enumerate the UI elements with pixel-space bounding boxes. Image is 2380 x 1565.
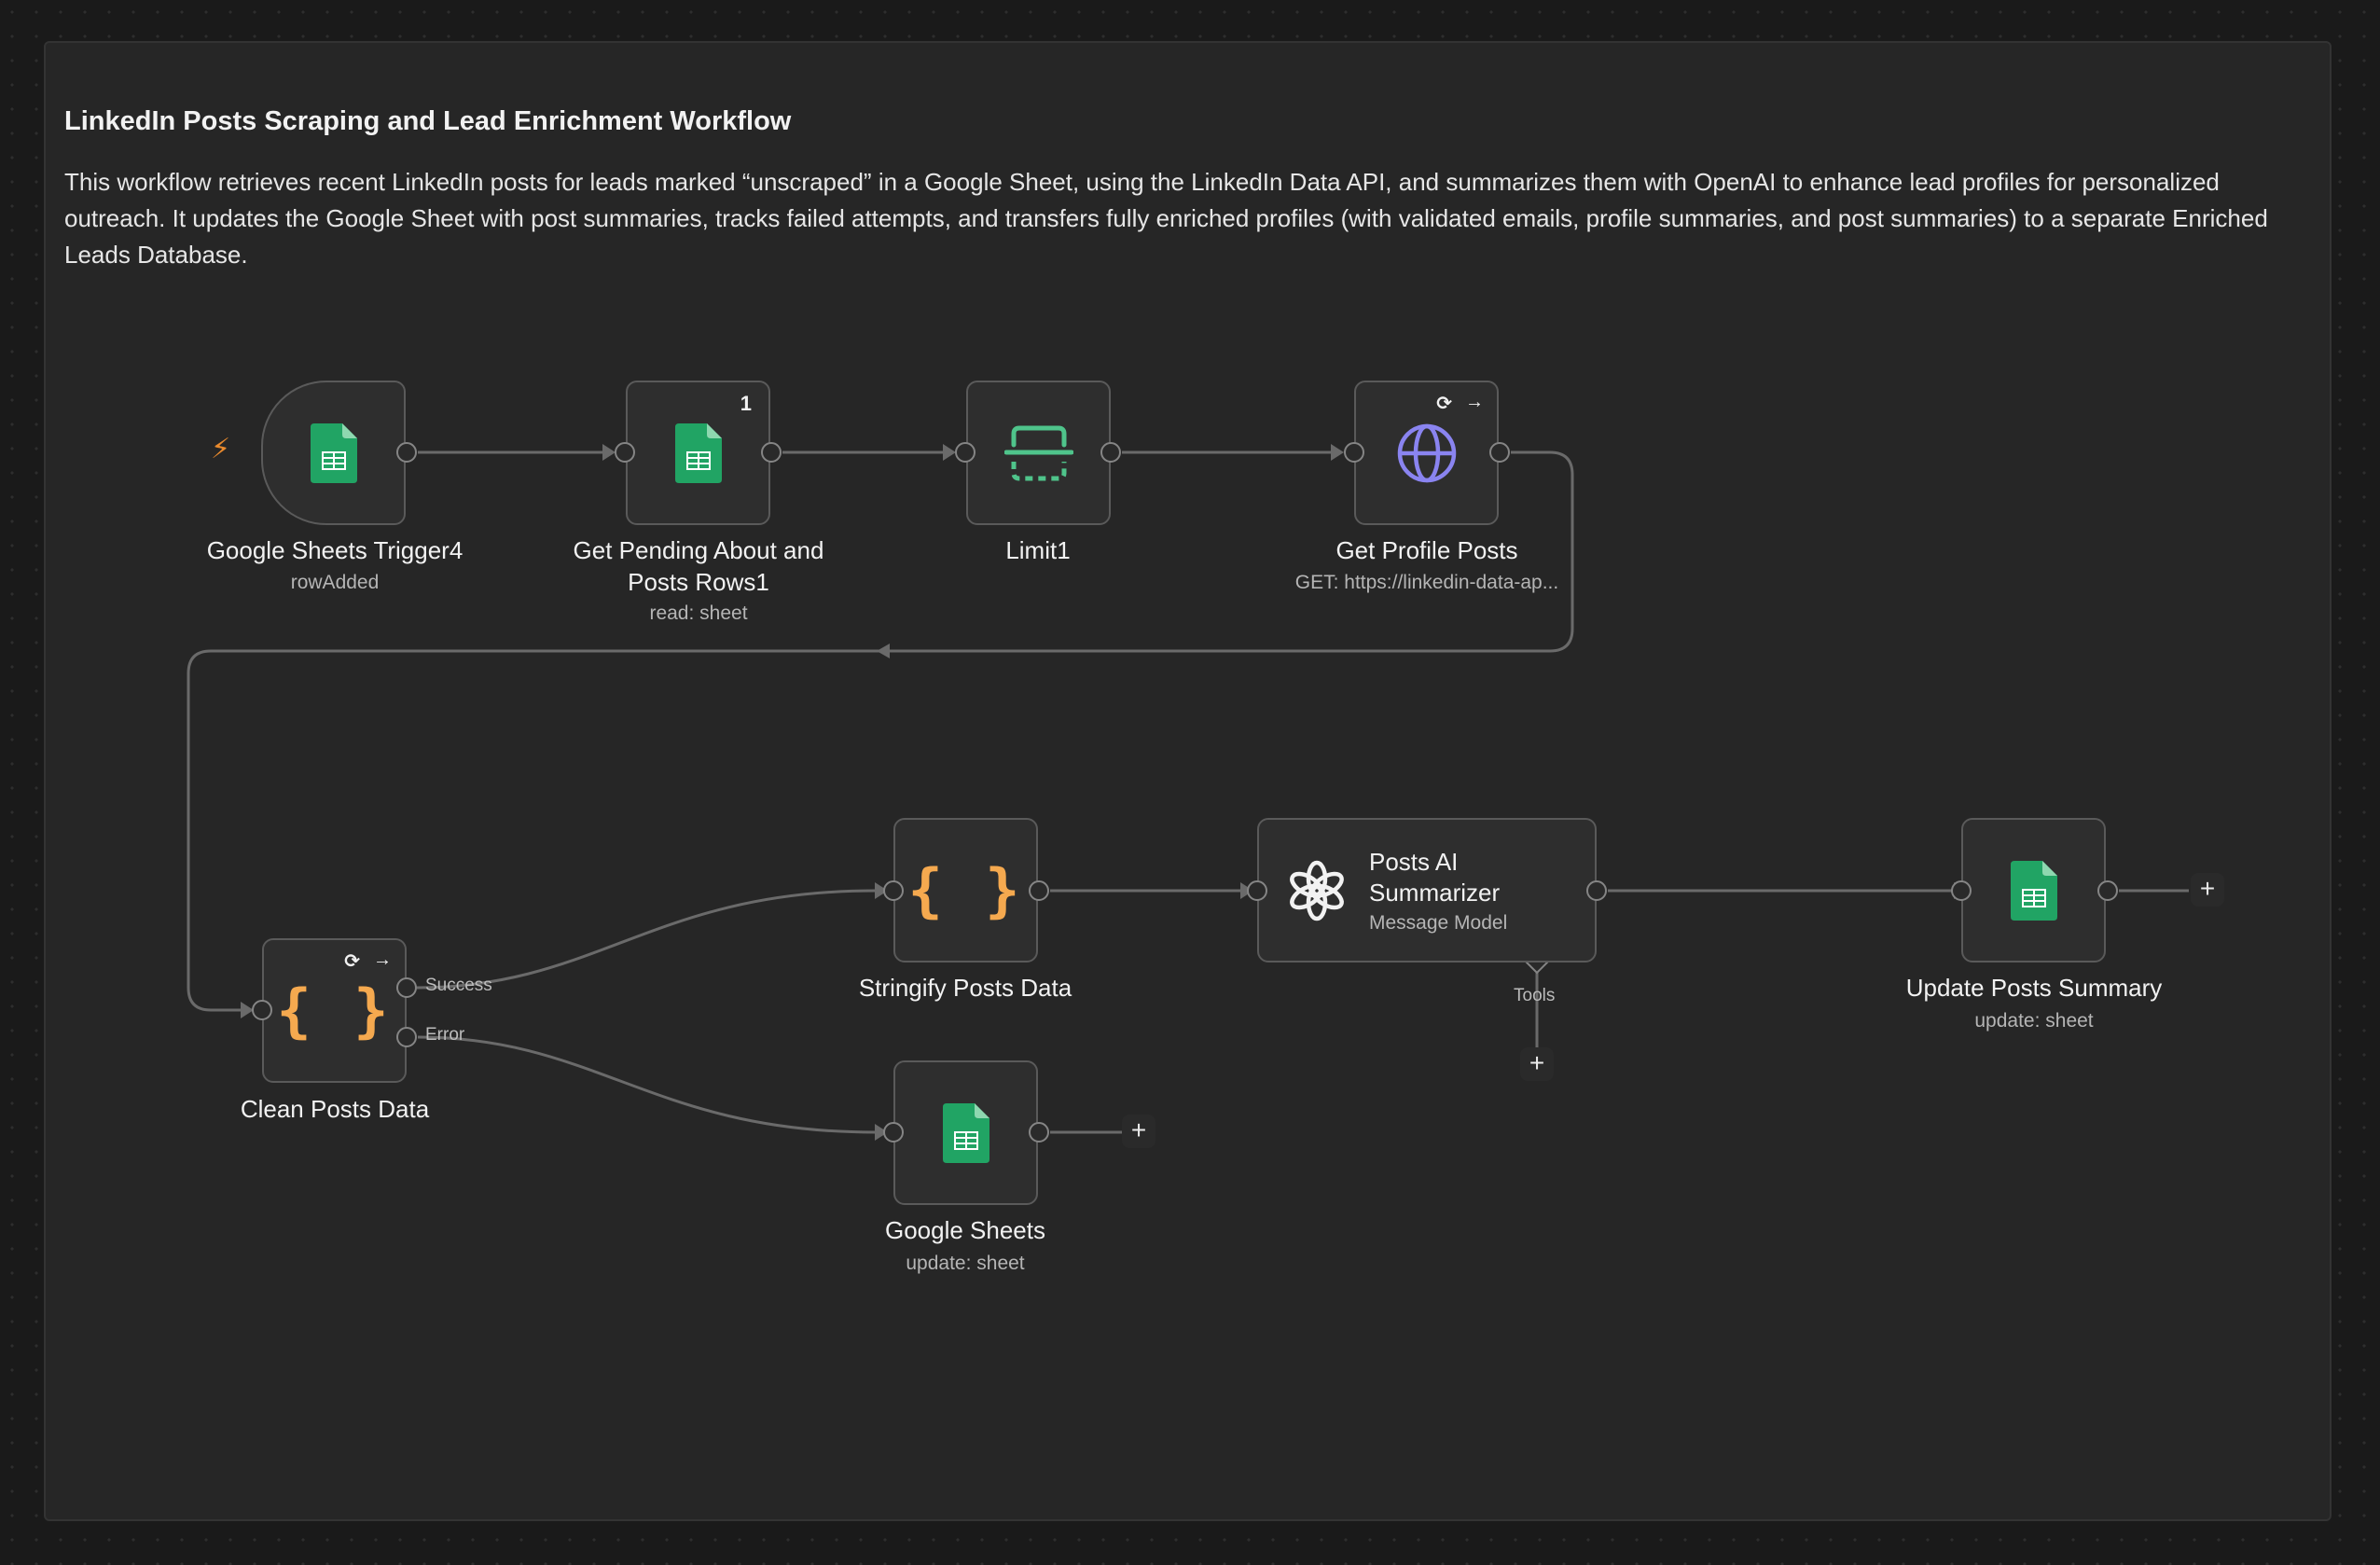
node-text: Posts AI Summarizer Message Model — [1369, 847, 1528, 935]
continue-on-fail-icon: → — [373, 949, 392, 970]
input-handle[interactable] — [883, 880, 904, 901]
node-limit[interactable] — [966, 381, 1111, 525]
output-handle[interactable] — [2097, 880, 2118, 901]
node-subtitle: update: sheet — [906, 1253, 1025, 1274]
tools-label: Tools — [1514, 986, 1556, 1005]
node-stringify-posts-data[interactable]: { } — [893, 818, 1038, 963]
node-subtitle: Message Model — [1369, 911, 1508, 934]
input-handle[interactable] — [1951, 880, 1972, 901]
openai-icon — [1290, 860, 1344, 921]
node-label: Posts AI Summarizer — [1369, 847, 1501, 907]
continue-on-fail-icon: → — [1465, 392, 1484, 412]
output-handle[interactable] — [1489, 442, 1510, 463]
code-braces-icon: { } — [907, 856, 1024, 924]
arrowhead — [602, 444, 616, 461]
output-handle-success[interactable] — [396, 977, 417, 998]
pinned-count-badge: 1 — [740, 392, 752, 415]
node-posts-ai-summarizer[interactable]: Posts AI Summarizer Message Model — [1257, 818, 1597, 963]
node-subtitle: rowAdded — [290, 572, 380, 593]
input-handle[interactable] — [955, 442, 976, 463]
node-status-icons: ⟳ → — [1436, 392, 1484, 415]
node-subtitle: GET: https://linkedin-data-ap... — [1294, 572, 1559, 593]
node-google-sheets[interactable] — [893, 1060, 1038, 1205]
node-status-icons: ⟳ → — [344, 949, 392, 973]
node-subtitle: update: sheet — [1974, 1010, 2094, 1032]
arrowhead — [943, 444, 956, 461]
node-label: Stringify Posts Data — [858, 974, 1072, 1002]
output-label-success: Success — [425, 976, 492, 995]
node-get-profile-posts[interactable]: ⟳ → — [1354, 381, 1499, 525]
workflow-canvas[interactable]: LinkedIn Posts Scraping and Lead Enrichm… — [0, 0, 2380, 1565]
output-handle[interactable] — [396, 442, 417, 463]
input-handle[interactable] — [883, 1122, 904, 1143]
node-clean-posts-data[interactable]: ⟳ → { } — [262, 938, 407, 1083]
add-node-button[interactable]: + — [1122, 1115, 1155, 1148]
output-handle[interactable] — [1100, 442, 1121, 463]
output-label-error: Error — [425, 1025, 465, 1045]
limit-icon — [1003, 425, 1073, 480]
node-label: Update Posts Summary — [1905, 974, 2163, 1002]
trigger-bolt-icon: ⚡ — [211, 434, 231, 464]
node-get-pending-rows[interactable]: 1 — [626, 381, 770, 525]
input-handle[interactable] — [1247, 880, 1267, 901]
arrowhead — [877, 644, 890, 658]
node-label: Limit1 — [1005, 536, 1071, 564]
output-handle[interactable] — [761, 442, 782, 463]
output-handle[interactable] — [1586, 880, 1607, 901]
google-sheets-icon — [2010, 860, 2057, 921]
node-label: Get Profile Posts — [1335, 536, 1518, 564]
node-update-posts-summary[interactable] — [1961, 818, 2106, 963]
output-handle-error[interactable] — [396, 1027, 417, 1047]
node-label: Clean Posts Data — [240, 1095, 430, 1123]
input-handle[interactable] — [252, 1000, 272, 1020]
node-label: Google Sheets Trigger4 — [206, 536, 464, 564]
globe-icon — [1397, 423, 1456, 482]
retry-icon: ⟳ — [1436, 394, 1452, 414]
google-sheets-icon — [942, 1102, 989, 1163]
google-sheets-icon — [674, 422, 722, 483]
input-handle[interactable] — [1344, 442, 1364, 463]
add-tool-button[interactable]: + — [1520, 1047, 1554, 1081]
node-google-sheets-trigger[interactable] — [261, 381, 406, 525]
output-handle[interactable] — [1029, 1122, 1049, 1143]
node-label: Google Sheets — [884, 1216, 1045, 1244]
arrowhead — [1331, 444, 1344, 461]
output-handle[interactable] — [1029, 880, 1049, 901]
node-subtitle: read: sheet — [649, 602, 748, 624]
add-node-button[interactable]: + — [2191, 873, 2224, 907]
connections-layer — [187, 444, 2189, 1141]
google-sheets-icon — [310, 422, 357, 483]
input-handle[interactable] — [615, 442, 635, 463]
code-braces-icon: { } — [276, 976, 393, 1045]
retry-icon: ⟳ — [344, 951, 360, 972]
